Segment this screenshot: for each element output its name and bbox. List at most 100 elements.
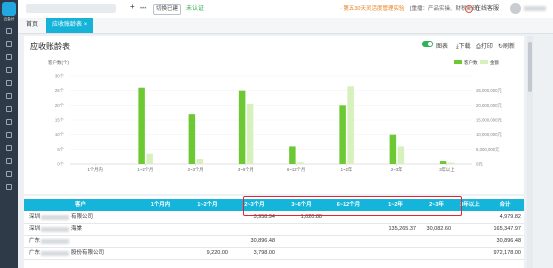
bar-customers	[389, 134, 397, 164]
x-tick-label: 2~3个月	[188, 167, 204, 173]
tab-bar: 首页 应收账龄表 ×	[18, 18, 553, 34]
bar-customers	[439, 161, 447, 164]
x-tick-label: 3~6个月	[238, 167, 254, 173]
right-tick-label: 20,000,000元	[476, 103, 503, 109]
table-cell	[278, 248, 322, 259]
voucher-icon[interactable]	[6, 41, 12, 47]
x-tick-label: 1个月内	[87, 166, 102, 173]
x-tick-label: 1~2个月	[137, 167, 153, 173]
table-row[interactable]: 广东 30,896.48 30,896.48	[24, 236, 524, 248]
home-icon[interactable]	[6, 28, 12, 34]
right-tick-label: 10,000,000元	[476, 132, 503, 138]
cert-status[interactable]: 未认证	[186, 5, 204, 13]
legend-label-amount: 金额	[490, 59, 499, 66]
table-row[interactable]: 深圳 海棠 135,265.37 30,082.60 165,347.97	[24, 224, 524, 236]
left-tick-label: 15个	[55, 118, 65, 123]
vertical-scrollbar[interactable]	[527, 36, 533, 268]
table-cell	[419, 236, 451, 247]
invoice-icon[interactable]	[6, 67, 12, 73]
customer-name-redacted	[41, 251, 69, 256]
aging-bar-chart: 客户数(个) 客户数 金额 0个 5个 10个 15个 20个 25个 30个 0元 5,000,00…	[48, 59, 503, 173]
x-tick-label: 3年以上	[439, 166, 455, 173]
table-cell: 4,979.82	[499, 214, 521, 220]
column-header[interactable]: 1~2个月	[184, 199, 231, 211]
customer-name: 广东	[29, 238, 41, 244]
x-tick-label: 2~3年	[391, 166, 403, 173]
x-tick-label: 1~2年	[341, 166, 353, 173]
table-cell	[372, 236, 416, 247]
sidebar: 云会计	[0, 0, 18, 268]
customer-name: 深圳	[29, 214, 41, 220]
bar-customers	[138, 87, 145, 164]
close-icon[interactable]: ×	[84, 22, 88, 28]
table-row[interactable]: 广东 股份有限公司 9,220.00 3,798.00 972,178.00	[24, 248, 524, 260]
left-axis-title: 客户数(个)	[48, 59, 69, 66]
table-cell: 30,896.48	[496, 238, 521, 244]
table-cell	[325, 248, 369, 259]
table-cell	[278, 224, 322, 235]
bar-amount	[347, 86, 354, 164]
table-cell	[184, 236, 228, 247]
customer-name-suffix: 有限公司	[71, 214, 94, 220]
customer-name-suffix: 股份有限公司	[71, 250, 105, 256]
table-cell: 972,178.00	[493, 250, 521, 256]
right-tick-label: 15,000,000元	[476, 118, 503, 124]
bar-amount	[146, 153, 153, 164]
table-cell	[419, 248, 451, 259]
customer-name: 广东	[29, 250, 41, 256]
account-selector[interactable]	[26, 4, 116, 13]
table-cell	[325, 236, 369, 247]
asset-icon[interactable]	[6, 93, 12, 99]
tab-home[interactable]: 首页	[20, 18, 44, 33]
customer-name: 深圳	[29, 226, 41, 232]
add-icon[interactable]: +	[130, 3, 135, 11]
right-tick-label: 5,000,000元	[476, 147, 500, 153]
report-icon[interactable]	[6, 54, 12, 60]
archive-icon[interactable]	[6, 171, 12, 177]
left-tick-label: 25个	[55, 88, 65, 93]
column-header[interactable]: 合计	[486, 199, 524, 211]
table-cell	[278, 236, 322, 247]
bar-customers	[238, 90, 246, 164]
app-logo[interactable]	[2, 2, 16, 16]
table-cell: 9,220.00	[206, 250, 228, 256]
help-icon[interactable]	[6, 184, 12, 190]
salary-icon[interactable]	[6, 106, 12, 112]
table-cell: 30,896.48	[250, 238, 275, 244]
tax-icon[interactable]	[6, 132, 12, 138]
user-name[interactable]	[524, 6, 546, 11]
table-cell: 30,082.60	[426, 226, 451, 232]
tools-icon[interactable]	[6, 158, 12, 164]
more-icon[interactable]: •••	[140, 5, 146, 13]
table-cell	[454, 236, 483, 247]
promo-banner[interactable]: · 第五30天灵活度管理实验	[340, 5, 404, 13]
bar-amount	[297, 162, 304, 164]
customer-name-redacted	[41, 227, 69, 232]
customer-name-redacted	[41, 239, 69, 244]
table-cell: 3,798.00	[253, 250, 275, 256]
tab-aging-report[interactable]: 应收账龄表 ×	[46, 18, 94, 33]
column-header[interactable]: 1个月内	[137, 199, 184, 211]
customer-service-link[interactable]: 在线客服	[475, 5, 499, 13]
cash-icon[interactable]	[6, 80, 12, 86]
bar-customers	[289, 146, 296, 164]
user-avatar[interactable]	[510, 3, 521, 14]
highlight-box	[243, 196, 462, 216]
right-tick-label: 25,000,000元	[476, 88, 503, 94]
table-cell	[184, 212, 228, 223]
inventory-icon[interactable]	[6, 119, 12, 125]
table-cell	[137, 236, 181, 247]
left-tick-label: 10个	[55, 132, 65, 137]
bar-amount	[196, 159, 204, 164]
tab-aging-report-label: 应收账龄表	[52, 22, 83, 28]
switch-account-button[interactable]: 切换已建	[153, 4, 182, 15]
table-cell	[372, 248, 416, 259]
table-cell	[184, 224, 228, 235]
customer-service-icon[interactable]	[465, 5, 473, 13]
table-cell: 135,265.37	[388, 226, 416, 232]
scrollbar-thumb[interactable]	[528, 42, 532, 92]
table-cell	[137, 224, 181, 235]
settings-icon[interactable]	[6, 145, 12, 151]
column-header[interactable]: 客户	[24, 199, 137, 211]
legend-swatch-amount	[480, 60, 488, 64]
